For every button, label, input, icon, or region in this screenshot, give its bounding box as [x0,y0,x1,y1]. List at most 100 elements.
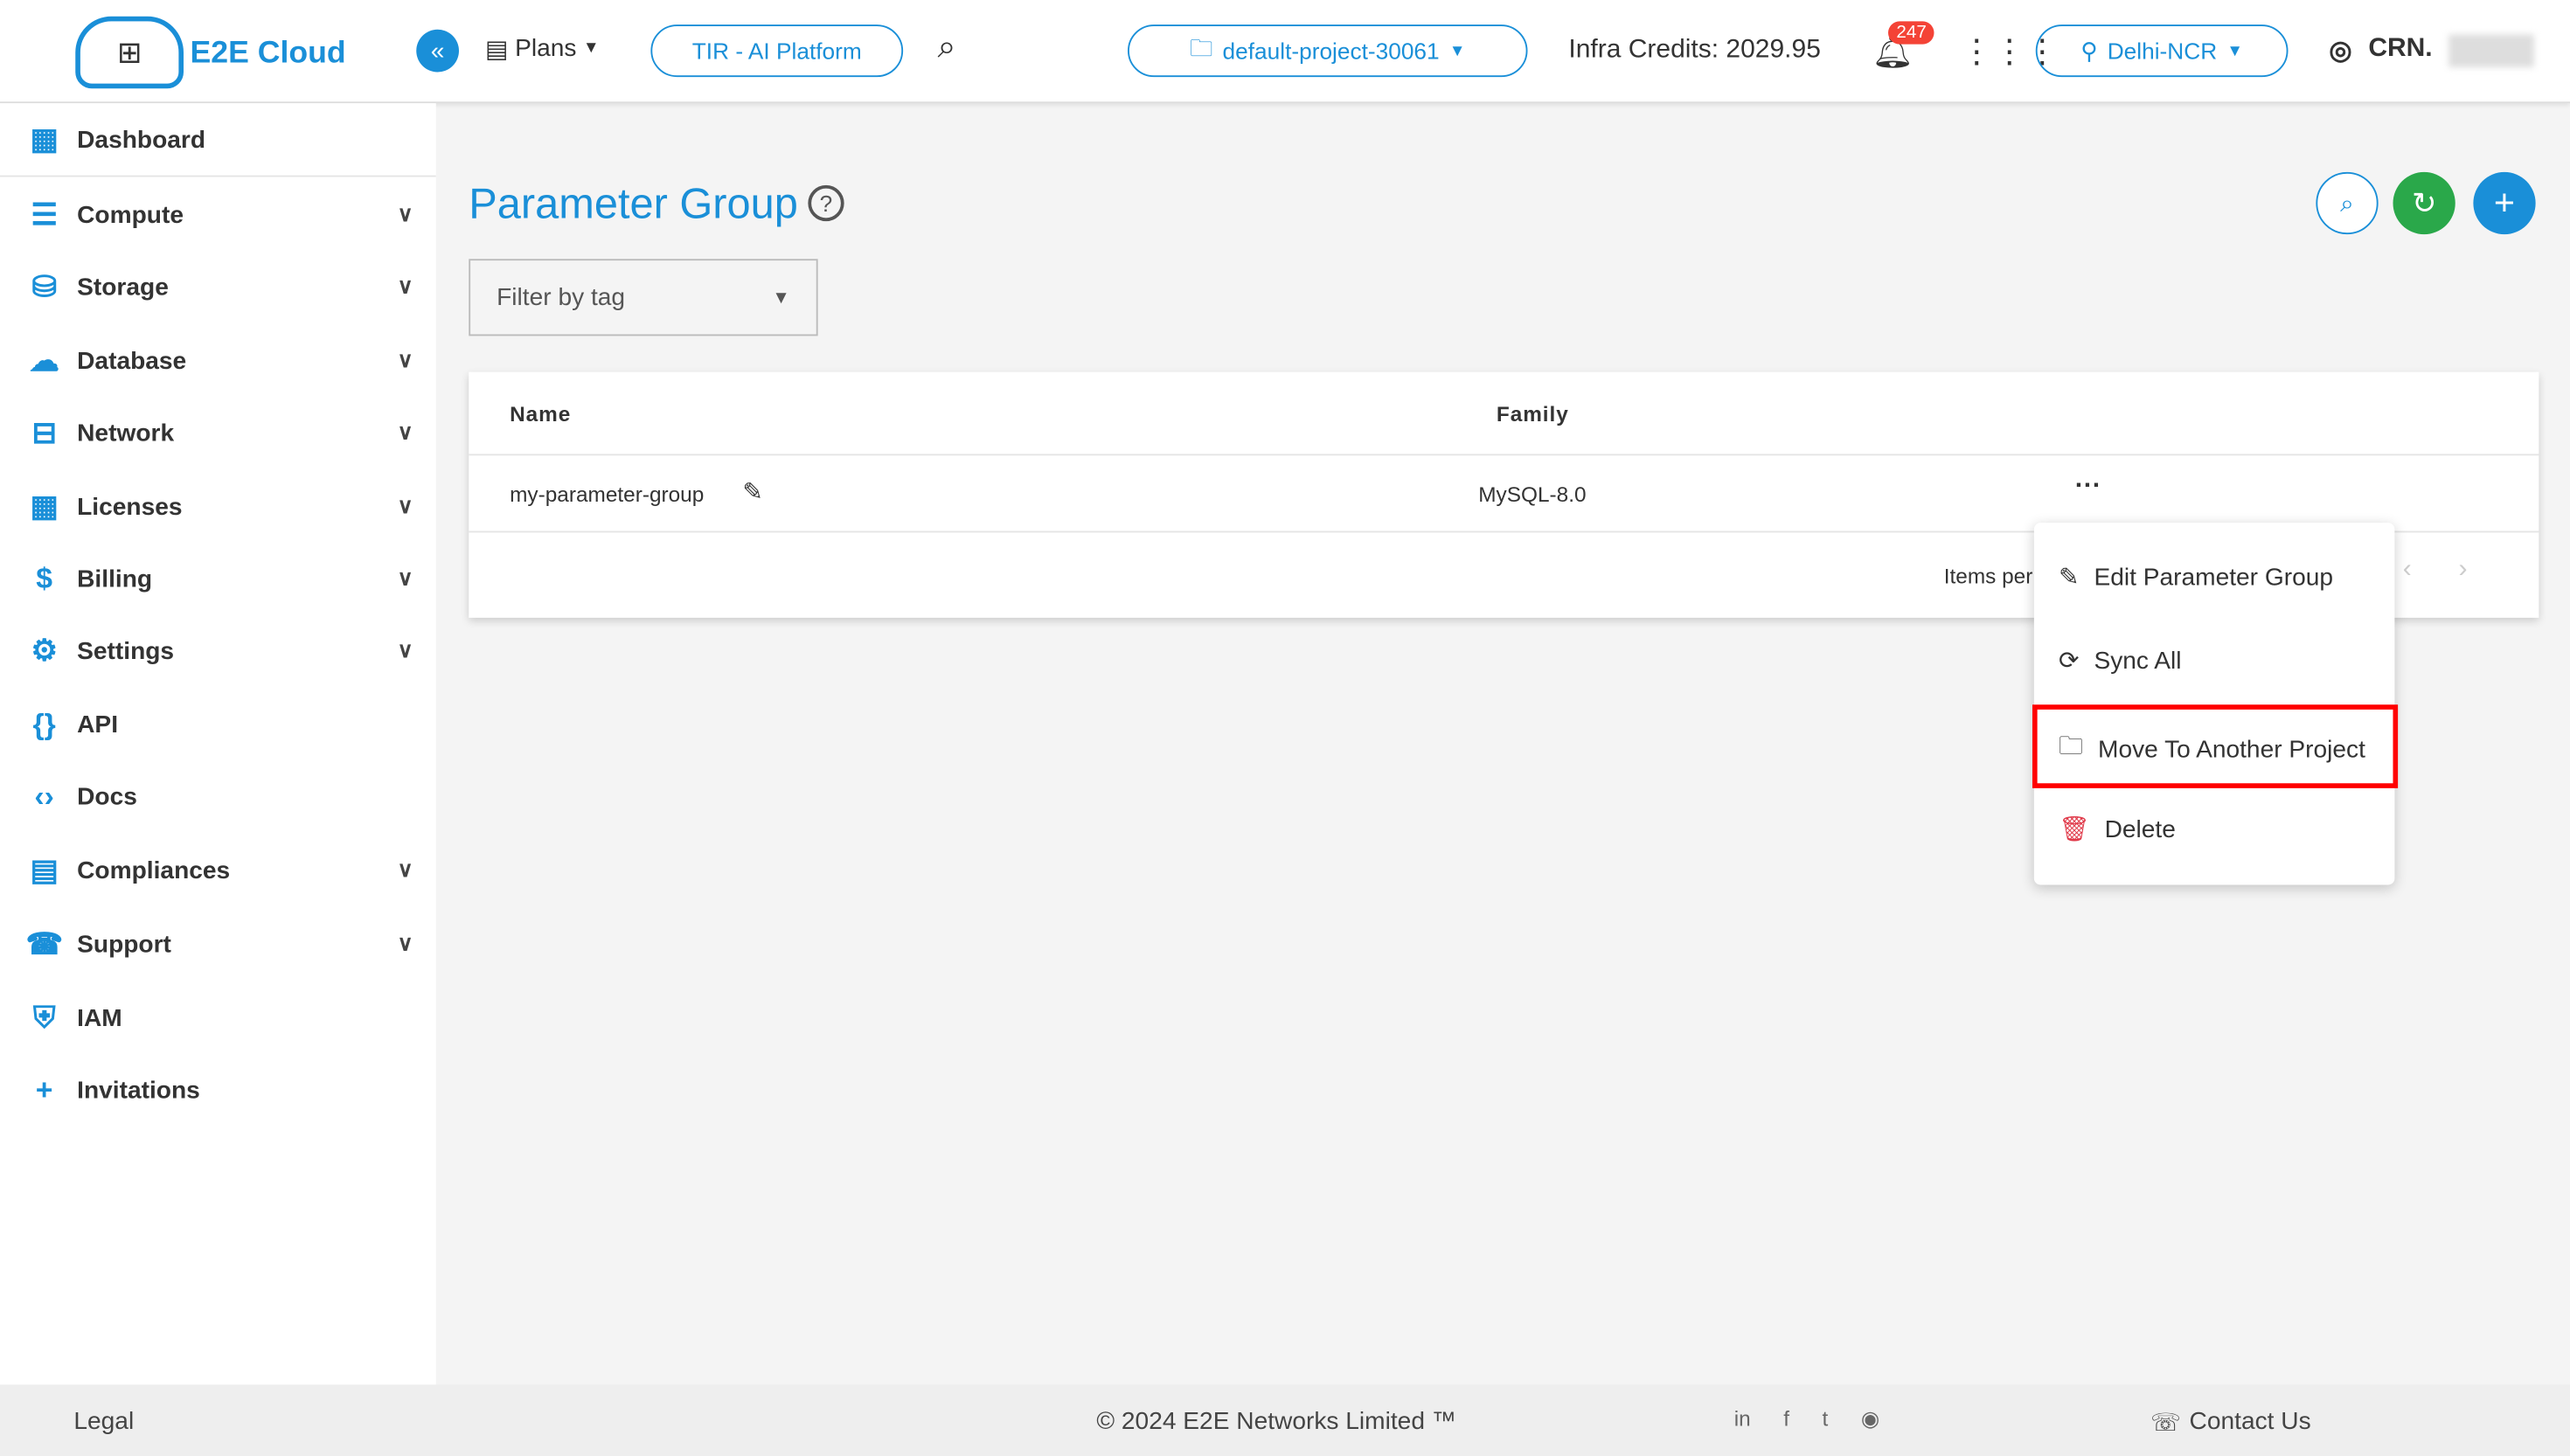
chevron-down-icon[interactable]: ∨ [398,565,413,592]
row-name[interactable]: my-parameter-group [510,482,704,506]
actions-menu: ✎ Edit Parameter Group ⟳ Sync All 🗀 Move To… [2032,523,2399,885]
chevron-down-icon[interactable]: ∨ [398,857,413,884]
folder-icon: 🗀 [1190,34,1213,61]
chevron-down-icon[interactable]: ∨ [398,493,413,519]
caret-down-icon: ▼ [1448,41,1466,60]
plans-icon: ▤ [485,36,509,65]
facebook-icon[interactable]: f [1783,1406,1789,1432]
infra-credits: Infra Credits: 2029.95 [1568,36,1821,65]
add-button[interactable]: + [2473,171,2536,235]
chevron-down-icon[interactable]: ∨ [398,419,413,446]
prev-page-icon[interactable]: ‹ [2403,556,2412,586]
sidebar-item-network[interactable]: ⊟ Network ∨ [0,397,436,469]
legal-link[interactable]: Legal [73,1408,134,1436]
sidebar-item-billing[interactable]: $ Billing ∨ [0,543,436,615]
search-button[interactable]: ⌕ [2316,171,2379,235]
chevron-down-icon[interactable]: ∨ [398,274,413,300]
twitter-icon[interactable]: t [1823,1406,1829,1432]
sidebar-item-label: Database [77,346,187,375]
sidebar-item-database[interactable]: ☁ Database ∨ [0,324,436,397]
top-bar: ⊞ E2E Cloud « ▤ Plans ▼ TIR - AI Platform … [0,0,2570,104]
server-icon: ☰ [31,197,58,231]
sidebar-item-label: IAM [77,1003,122,1032]
sidebar-item-label: Billing [77,564,153,593]
brand-name[interactable]: E2E Cloud [191,36,346,72]
add-user-icon: + [35,1072,53,1106]
column-header-name: Name [510,401,572,426]
phone-icon: ☏ [2150,1409,2182,1438]
sidebar-item-label: Compliances [77,856,231,884]
page-title: Parameter Group [469,178,798,228]
trash-icon: 🗑︎ [2059,815,2090,844]
next-page-icon[interactable]: › [2459,556,2468,586]
sidebar-item-settings[interactable]: ⚙ Settings ∨ [0,614,436,687]
row-family: MySQL-8.0 [1478,482,1587,507]
folder-move-icon: 🗀 [2059,732,2084,760]
chevron-down-icon[interactable]: ∨ [398,637,413,663]
sidebar-item-compute[interactable]: ☰ Compute ∨ [0,178,436,251]
collapse-sidebar-button[interactable]: « [416,29,459,73]
sidebar: ▦ Dashboard ☰ Compute ∨ ⛁ Storage ∨ ☁ Database ∨ ⊟ N… [0,103,436,1385]
logo-icon[interactable]: ⊞ [75,16,184,89]
redacted-name [2448,34,2534,67]
filter-by-tag-select[interactable]: Filter by tag ▼ [469,259,818,336]
shield-user-icon: ⛨ [32,1000,56,1034]
pencil-icon: ✎ [2059,564,2080,592]
sidebar-item-label: Storage [77,273,169,302]
location-pin-icon: ⚲ [2080,37,2098,64]
rss-icon[interactable]: ◉ [1861,1406,1879,1432]
project-selector[interactable]: 🗀 default-project-30061 ▼ [1128,24,1528,78]
footer: Legal © 2024 E2E Networks Limited ™ in f t… [0,1384,2570,1456]
chevron-down-icon[interactable]: ∨ [398,348,413,374]
sidebar-item-api[interactable]: {} API [0,689,436,761]
chevron-down-icon[interactable]: ∨ [398,202,413,228]
menu-item-edit[interactable]: ✎ Edit Parameter Group [2059,562,2333,592]
dashboard-icon: ▦ [30,122,59,156]
tir-platform-button[interactable]: TIR - AI Platform [650,24,904,78]
menu-item-move-project[interactable]: 🗀 Move To Another Project [2059,729,2365,770]
plans-menu[interactable]: ▤ Plans ▼ [485,34,600,64]
refresh-button[interactable]: ↻ [2393,171,2455,235]
network-icon: ⊟ [31,415,57,448]
linkedin-icon[interactable]: in [1734,1406,1751,1432]
database-icon: ⛁ [31,269,57,302]
sidebar-item-dashboard[interactable]: ▦ Dashboard [0,105,436,177]
copyright: © 2024 E2E Networks Limited ™ [1096,1407,1456,1436]
menu-item-sync-all[interactable]: ⟳ Sync All [2059,646,2182,676]
code-icon: ‹› [34,779,54,813]
caret-down-icon: ▼ [2226,41,2243,60]
sidebar-item-label: Docs [77,782,137,811]
more-actions-icon[interactable]: ··· [2075,472,2101,502]
sidebar-item-invitations[interactable]: + Invitations [0,1054,436,1127]
search-icon[interactable]: ⌕ [938,30,956,67]
social-links: in f t ◉ [1734,1406,1879,1432]
menu-item-delete[interactable]: 🗑︎ Delete [2059,815,2176,844]
sidebar-item-support[interactable]: ☎ Support ∨ [0,908,436,981]
sidebar-item-label: Network [77,419,175,447]
sidebar-item-iam[interactable]: ⛨ IAM [0,981,436,1054]
sidebar-item-compliances[interactable]: ▤ Compliances ∨ [0,834,436,906]
chevron-down-icon[interactable]: ∨ [398,931,413,957]
user-menu[interactable]: ◎ CRN. [2329,34,2534,67]
caret-down-icon: ▼ [582,39,600,58]
sidebar-item-label: Support [77,930,171,958]
contact-us-link[interactable]: ☏ Contact Us [2150,1408,2311,1438]
sidebar-item-docs[interactable]: ‹› Docs [0,760,436,833]
edit-pencil-icon[interactable]: ✎ [742,477,763,507]
user-circle-icon: ◎ [2329,38,2352,66]
braces-icon: {} [32,707,56,740]
billing-icon: $ [36,561,52,594]
region-selector[interactable]: ⚲ Delhi-NCR ▼ [2035,24,2289,78]
sidebar-item-label: Settings [77,636,175,665]
caret-down-icon: ▼ [772,288,790,308]
help-icon[interactable]: ? [808,184,844,222]
document-icon: ▤ [30,852,59,886]
table-row[interactable]: my-parameter-group ✎ MySQL-8.0 ··· [469,454,2539,533]
gear-icon: ⚙ [31,633,58,667]
sidebar-item-label: API [77,710,119,738]
sync-icon: ⟳ [2059,647,2080,676]
items-per-page-label: Items per [1943,564,2033,589]
sidebar-item-licenses[interactable]: ▦ Licenses ∨ [0,470,436,543]
grid-icon: ▦ [30,489,59,523]
sidebar-item-storage[interactable]: ⛁ Storage ∨ [0,251,436,323]
